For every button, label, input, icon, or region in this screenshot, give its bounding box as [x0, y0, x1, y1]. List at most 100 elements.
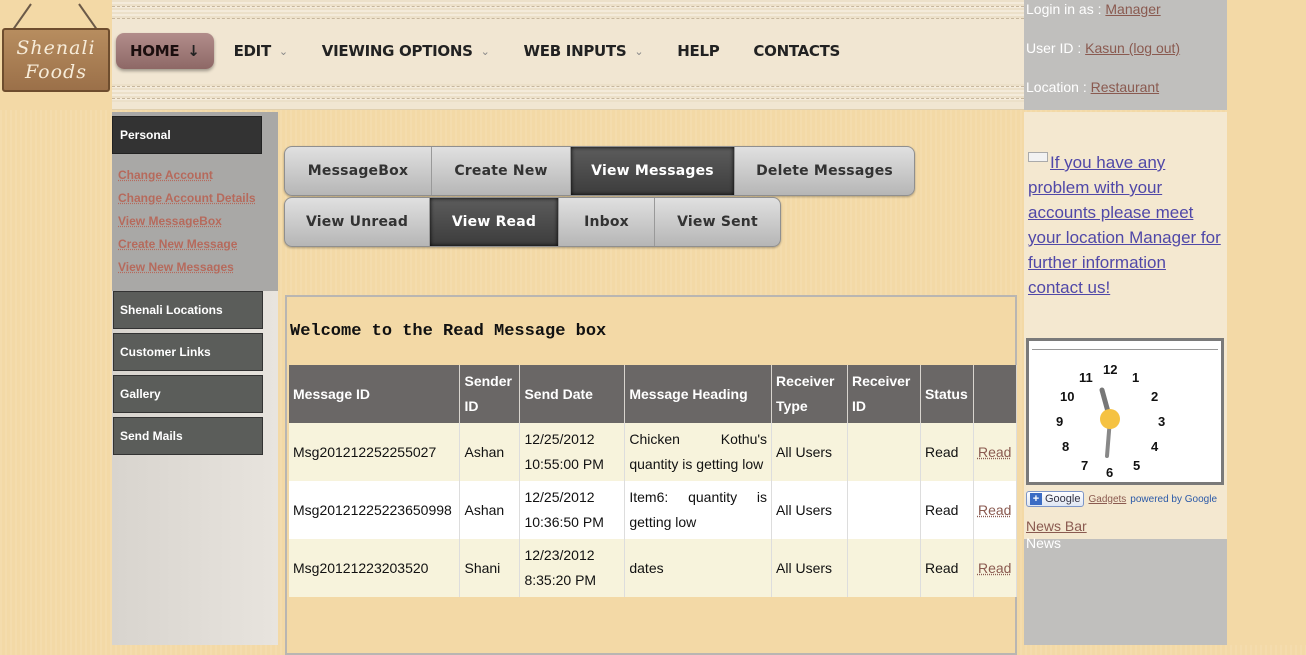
sidebar-link-view-messagebox[interactable]: View MessageBox	[118, 214, 272, 228]
message-toolbar: MessageBox Create New View Messages Dele…	[284, 146, 915, 196]
logout-link[interactable]: Kasun (log out)	[1085, 40, 1180, 56]
personal-section: Personal	[112, 112, 278, 158]
table-row: Msg201212252255027 Ashan 12/25/2012 10:5…	[289, 423, 1018, 481]
nav-home[interactable]: HOME ↓	[116, 33, 214, 69]
col-sender-id[interactable]: Sender ID	[459, 365, 521, 423]
col-receiver-type[interactable]: Receiver Type	[771, 365, 848, 423]
cell-date: 12/25/2012 10:36:50 PM	[519, 481, 626, 539]
decor-dash	[112, 86, 1024, 87]
cell-message-id: Msg20121223203520	[289, 539, 461, 597]
cell-message-id: Msg201212252255027	[289, 423, 461, 481]
col-status[interactable]: Status	[920, 365, 974, 423]
sidebar-item-customer-links[interactable]: Customer Links	[113, 333, 263, 371]
cell-date: 12/23/2012 8:35:20 PM	[519, 539, 626, 597]
location-link[interactable]: Restaurant	[1091, 79, 1159, 95]
powered-by-google[interactable]: powered by Google	[1130, 494, 1217, 505]
view-sent-button[interactable]: View Sent	[655, 198, 780, 246]
view-unread-button[interactable]: View Unread	[285, 198, 430, 246]
message-box-title: Welcome to the Read Message box	[290, 322, 607, 341]
messages-table: Message ID Sender ID Send Date Message H…	[289, 365, 1018, 597]
login-label: Login in as :	[1026, 1, 1106, 17]
col-message-id[interactable]: Message ID	[289, 365, 461, 423]
cell-receiver-type: All Users	[771, 539, 848, 597]
left-sidebar: Personal Change Account Change Account D…	[112, 112, 278, 645]
page-right-margin	[1227, 0, 1306, 645]
sidebar-item-send-mails[interactable]: Send Mails	[113, 417, 263, 455]
cell-receiver-type: All Users	[771, 481, 848, 539]
nav-label: HOME	[130, 42, 180, 60]
cell-heading: dates	[624, 539, 773, 597]
create-new-button[interactable]: Create New	[432, 147, 571, 195]
view-read-button[interactable]: View Read	[430, 198, 559, 246]
gadgets-link[interactable]: Gadgets	[1088, 494, 1126, 505]
google-gadgets-bar: + Google Gadgets powered by Google	[1026, 491, 1217, 507]
cell-sender: Ashan	[459, 423, 521, 481]
nav-label: CONTACTS	[753, 42, 841, 60]
col-receiver-id[interactable]: Receiver ID	[847, 365, 921, 423]
cell-date: 12/25/2012 10:55:00 PM	[519, 423, 626, 481]
login-role-link[interactable]: Manager	[1105, 1, 1160, 17]
news-panel: News	[1024, 536, 1227, 645]
inbox-button[interactable]: Inbox	[559, 198, 655, 246]
nav-viewing-options[interactable]: VIEWING OPTIONS ⌄	[308, 33, 504, 69]
help-notice[interactable]: If you have any problem with your accoun…	[1028, 150, 1224, 300]
cell-heading: Chicken Kothu's quantity is getting low	[624, 423, 773, 481]
sidebar-link-view-new-messages[interactable]: View New Messages	[118, 260, 272, 274]
image-placeholder-icon	[1028, 152, 1048, 162]
sidebar-link-create-new-message[interactable]: Create New Message	[118, 237, 272, 251]
cell-receiver-id	[847, 481, 921, 539]
google-button-label: Google	[1045, 493, 1081, 505]
right-column: If you have any problem with your accoun…	[1024, 112, 1227, 645]
cell-status: Read	[920, 481, 974, 539]
nav-contacts[interactable]: CONTACTS	[739, 33, 854, 69]
decor-dash	[112, 6, 1024, 7]
sidebar-link-change-account[interactable]: Change Account	[118, 168, 272, 182]
col-send-date[interactable]: Send Date	[519, 365, 626, 423]
col-message-heading[interactable]: Message Heading	[624, 365, 773, 423]
sidebar-item-shenali-locations[interactable]: Shenali Locations	[113, 291, 263, 329]
cell-status: Read	[920, 423, 974, 481]
user-row: User ID : Kasun (log out)	[1026, 40, 1225, 79]
nav-help[interactable]: HELP	[663, 33, 733, 69]
col-action	[973, 365, 1018, 423]
sidebar-personal-heading[interactable]: Personal	[112, 116, 262, 154]
nav-label: EDIT	[233, 42, 272, 60]
nav-edit[interactable]: EDIT ⌄	[220, 33, 302, 69]
clock-gadget: 12 1 2 3 4 5 6 7 8 9 10 11	[1026, 338, 1224, 485]
login-row: Login in as : Manager	[1026, 1, 1225, 40]
help-notice-text: If you have any problem with your accoun…	[1028, 153, 1221, 297]
decor-dash	[112, 98, 1024, 99]
delete-messages-button[interactable]: Delete Messages	[735, 147, 914, 195]
sidebar-item-gallery[interactable]: Gallery	[113, 375, 263, 413]
sidebar-link-change-account-details[interactable]: Change Account Details	[118, 191, 272, 205]
arrow-down-icon: ↓	[187, 42, 200, 60]
decor-dash	[112, 18, 1024, 19]
login-panel: Login in as : Manager User ID : Kasun (l…	[1024, 0, 1227, 110]
plus-icon: +	[1030, 493, 1042, 505]
top-navigation-bar: HOME ↓ EDIT ⌄ VIEWING OPTIONS ⌄ WEB INPUTS ⌄…	[112, 0, 1024, 110]
logo-board: Shenali Foods	[2, 28, 110, 92]
main-menu: HOME ↓ EDIT ⌄ VIEWING OPTIONS ⌄ WEB INPUTS ⌄…	[116, 33, 860, 69]
cell-action: Read	[973, 539, 1018, 597]
view-messages-button[interactable]: View Messages	[571, 147, 735, 195]
nav-label: VIEWING OPTIONS	[321, 42, 473, 60]
logo-line1: Shenali	[16, 37, 96, 59]
main-content: MessageBox Create New View Messages Dele…	[278, 112, 1024, 655]
user-label: User ID :	[1026, 40, 1086, 56]
logo[interactable]: Shenali Foods	[0, 0, 112, 110]
cell-action: Read	[973, 481, 1018, 539]
logo-line2: Foods	[25, 61, 87, 83]
news-label: News	[1026, 535, 1062, 551]
news-bar-link[interactable]: News Bar	[1026, 518, 1087, 534]
add-to-google-button[interactable]: + Google	[1026, 491, 1085, 507]
read-link[interactable]: Read	[978, 560, 1011, 576]
chevron-down-icon: ⌄	[480, 44, 490, 58]
table-row: Msg20121225223650998 Ashan 12/25/2012 10…	[289, 481, 1018, 539]
nav-web-inputs[interactable]: WEB INPUTS ⌄	[510, 33, 658, 69]
cell-sender: Shani	[459, 539, 521, 597]
read-link[interactable]: Read	[978, 502, 1011, 518]
messagebox-button[interactable]: MessageBox	[285, 147, 432, 195]
read-link[interactable]: Read	[978, 444, 1011, 460]
nav-label: WEB INPUTS	[523, 42, 627, 60]
personal-links: Change Account Change Account Details Vi…	[112, 158, 278, 291]
